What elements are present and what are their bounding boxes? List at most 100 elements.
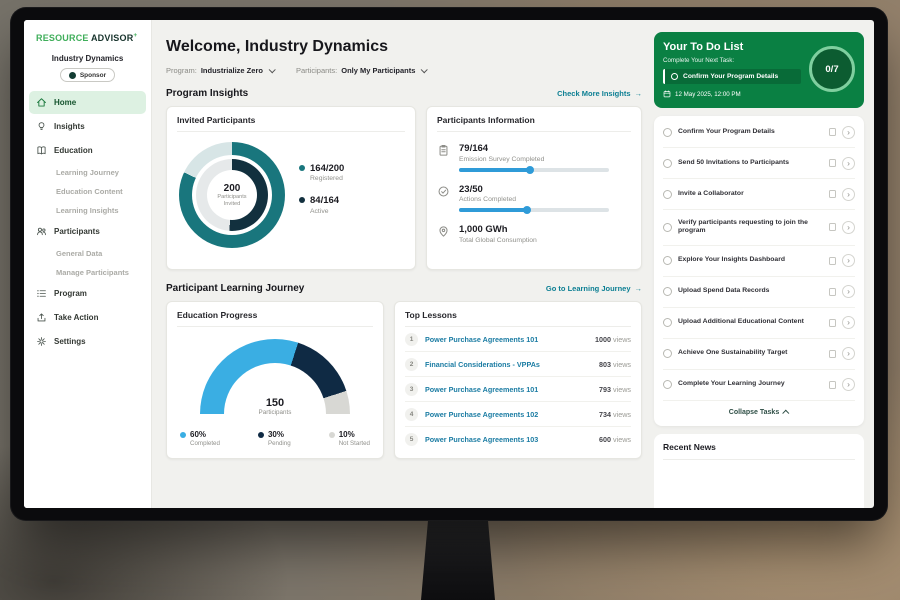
legend-value: 164/200	[310, 163, 344, 174]
lesson-link[interactable]: Power Purchase Agreements 101	[425, 385, 592, 394]
collapse-tasks-button[interactable]: Collapse Tasks	[663, 401, 855, 425]
metric-label: Emission Survey Completed	[459, 156, 609, 163]
checkbox-icon[interactable]	[671, 73, 678, 80]
task-label: Send 50 Invitations to Participants	[678, 159, 823, 168]
chevron-right-icon[interactable]: ›	[842, 316, 855, 329]
link-label: Go to Learning Journey	[546, 284, 631, 293]
lesson-link[interactable]: Power Purchase Agreements 102	[425, 410, 592, 419]
lesson-views: 734 views	[599, 410, 631, 419]
sidebar-item-program[interactable]: Program	[24, 282, 151, 305]
todo-title: Your To Do List	[663, 41, 801, 53]
sidebar-item-general-data[interactable]: General Data	[24, 244, 151, 262]
participants-filter-label: Participants:	[296, 66, 337, 75]
task-label: Upload Spend Data Records	[678, 287, 823, 296]
lightbulb-icon	[36, 121, 47, 132]
sidebar-item-label: Manage Participants	[56, 268, 129, 277]
emission-survey-row: 79/164 Emission Survey Completed	[437, 143, 631, 172]
donut-center: 200 Participants Invited	[207, 170, 257, 220]
sidebar-item-learning-journey[interactable]: Learning Journey	[24, 163, 151, 181]
learning-journey-header: Participant Learning Journey Go to Learn…	[166, 283, 642, 294]
sidebar-item-take-action[interactable]: Take Action	[24, 306, 151, 329]
legend-label: Not Started	[339, 440, 370, 447]
sidebar-item-label: Participants	[54, 227, 100, 236]
lesson-rank: 3	[405, 383, 418, 396]
completed-dot	[180, 432, 186, 438]
lesson-row: 1 Power Purchase Agreements 101 1000 vie…	[405, 327, 631, 352]
legend-label: Registered	[310, 175, 344, 182]
task-row[interactable]: Upload Additional Educational Content ›	[663, 308, 855, 339]
checkbox-icon[interactable]	[663, 287, 672, 296]
sponsor-badge[interactable]: Sponsor	[60, 68, 115, 82]
participants-information-card: Participants Information 79/164 Emission…	[426, 106, 642, 270]
sidebar-item-label: Learning Insights	[56, 206, 119, 215]
task-row[interactable]: Achieve One Sustainability Target ›	[663, 339, 855, 370]
program-insights-header: Program Insights Check More Insights →	[166, 88, 642, 99]
progress-fill	[459, 168, 531, 172]
metric-value: 1,000 GWh	[459, 224, 537, 235]
checkbox-icon[interactable]	[663, 128, 672, 137]
insights-cards-row: Invited Participants 200 Participants In…	[166, 106, 642, 270]
sidebar-item-education[interactable]: Education	[24, 139, 151, 162]
program-filter[interactable]: Program: Industrialize Zero	[166, 66, 274, 75]
chevron-right-icon[interactable]: ›	[842, 254, 855, 267]
sidebar-item-label: Home	[54, 98, 76, 107]
task-row[interactable]: Send 50 Invitations to Participants ›	[663, 148, 855, 179]
task-row[interactable]: Complete Your Learning Journey ›	[663, 370, 855, 401]
participants-filter[interactable]: Participants: Only My Participants	[296, 66, 426, 75]
chevron-right-icon[interactable]: ›	[842, 285, 855, 298]
donut-center-value: 200	[224, 183, 241, 194]
sidebar-item-settings[interactable]: Settings	[24, 330, 151, 353]
lesson-link[interactable]: Power Purchase Agreements 101	[425, 335, 588, 344]
sidebar-item-education-content[interactable]: Education Content	[24, 182, 151, 200]
check-more-insights-link[interactable]: Check More Insights →	[557, 89, 642, 98]
upload-icon	[36, 312, 47, 323]
gauge-legend: 60% Completed 30% Pending	[177, 430, 373, 447]
chevron-right-icon[interactable]: ›	[842, 378, 855, 391]
chevron-right-icon[interactable]: ›	[842, 126, 855, 139]
sidebar-item-home[interactable]: Home	[29, 91, 146, 114]
checkbox-icon[interactable]	[663, 223, 672, 232]
chevron-right-icon[interactable]: ›	[842, 221, 855, 234]
checkbox-icon[interactable]	[663, 159, 672, 168]
brand-logo: RESOURCE ADVISOR+	[24, 32, 151, 43]
sidebar-item-manage-participants[interactable]: Manage Participants	[24, 263, 151, 281]
metric-label: Actions Completed	[459, 196, 609, 203]
sponsor-icon	[69, 72, 76, 79]
list-icon	[36, 288, 47, 299]
task-row[interactable]: Invite a Collaborator ›	[663, 179, 855, 210]
check-circle-icon	[437, 185, 450, 198]
task-row[interactable]: Verify participants requesting to join t…	[663, 210, 855, 246]
checkbox-icon[interactable]	[663, 256, 672, 265]
legend-item-completed: 60% Completed	[180, 430, 220, 447]
recent-news-card: Recent News	[654, 434, 864, 508]
card-title: Education Progress	[177, 310, 373, 327]
lesson-link[interactable]: Financial Considerations - VPPAs	[425, 360, 592, 369]
sidebar-item-insights[interactable]: Insights	[24, 115, 151, 138]
task-detail-icon	[829, 223, 836, 231]
chevron-down-icon	[421, 66, 428, 73]
invited-donut-chart: 200 Participants Invited	[179, 142, 285, 248]
task-row[interactable]: Upload Spend Data Records ›	[663, 277, 855, 308]
checkbox-icon[interactable]	[663, 318, 672, 327]
metric-value: 23/50	[459, 184, 609, 195]
lesson-link[interactable]: Power Purchase Agreements 103	[425, 435, 592, 444]
sidebar-item-participants[interactable]: Participants	[24, 220, 151, 243]
checkbox-icon[interactable]	[663, 380, 672, 389]
task-row[interactable]: Explore Your Insights Dashboard ›	[663, 246, 855, 277]
lesson-row: 2 Financial Considerations - VPPAs 803 v…	[405, 352, 631, 377]
sidebar-item-learning-insights[interactable]: Learning Insights	[24, 201, 151, 219]
brand-primary: RESOURCE	[36, 33, 89, 43]
go-to-learning-journey-link[interactable]: Go to Learning Journey →	[546, 284, 642, 293]
chevron-right-icon[interactable]: ›	[842, 188, 855, 201]
checkbox-icon[interactable]	[663, 349, 672, 358]
task-detail-icon	[829, 350, 836, 358]
task-row[interactable]: Confirm Your Program Details ›	[663, 117, 855, 148]
chevron-right-icon[interactable]: ›	[842, 347, 855, 360]
due-date-label: 12 May 2025, 12:00 PM	[675, 91, 741, 98]
card-title: Top Lessons	[405, 310, 631, 327]
next-task-row[interactable]: Confirm Your Program Details	[663, 69, 801, 84]
checkbox-icon[interactable]	[663, 190, 672, 199]
main-content: Welcome, Industry Dynamics Program: Indu…	[152, 20, 654, 508]
chevron-right-icon[interactable]: ›	[842, 157, 855, 170]
link-label: Check More Insights	[557, 89, 630, 98]
